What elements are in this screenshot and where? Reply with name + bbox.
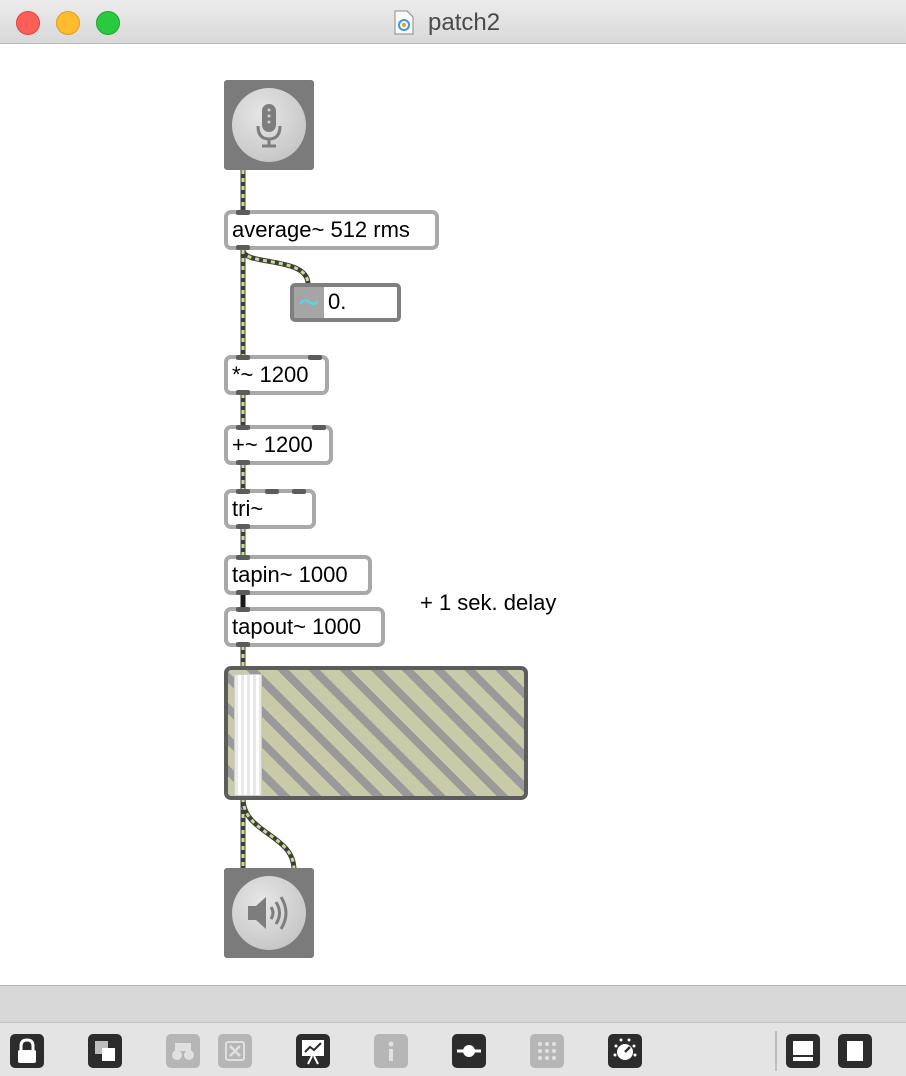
status-bar: [0, 985, 906, 1022]
gain-slider-knob[interactable]: [234, 674, 262, 796]
inspector-button[interactable]: [374, 1034, 408, 1068]
inlet[interactable]: [236, 210, 250, 215]
cord-average-to-number[interactable]: [240, 249, 311, 285]
ezdac-object[interactable]: [224, 868, 314, 958]
lock-icon: [18, 1038, 36, 1063]
outlet[interactable]: [236, 590, 250, 595]
cord-gain-to-dac-right[interactable]: [240, 797, 297, 871]
inlet-2[interactable]: [265, 489, 279, 494]
inlet-right[interactable]: [308, 355, 322, 360]
multiply-object[interactable]: *~ 1200: [224, 355, 329, 395]
object-text: tapout~ 1000: [232, 614, 362, 639]
signal-number-value: 0.: [328, 289, 347, 314]
easel-icon: [302, 1040, 324, 1065]
inlet[interactable]: [236, 489, 250, 494]
tilde-icon: [298, 299, 319, 305]
tri-object[interactable]: tri~: [224, 489, 316, 529]
ezdac-button[interactable]: [232, 876, 306, 950]
title-bar: patch2: [0, 0, 906, 44]
dial-object-button[interactable]: [608, 1034, 642, 1068]
find-button[interactable]: [166, 1034, 200, 1068]
object-text: *~ 1200: [232, 362, 309, 387]
info-icon: [388, 1041, 394, 1061]
inlet[interactable]: [236, 555, 250, 560]
slider-icon: [457, 1045, 481, 1057]
clear-icon: [225, 1041, 245, 1061]
close-window-button[interactable]: [16, 11, 40, 35]
dial-icon: [613, 1038, 637, 1060]
inlet-3[interactable]: [292, 489, 306, 494]
gain-slider[interactable]: [224, 666, 528, 800]
inlet[interactable]: [236, 607, 250, 612]
clear-button[interactable]: [218, 1034, 252, 1068]
object-text: tapin~ 1000: [232, 562, 348, 587]
grid-icon: [538, 1042, 556, 1060]
sidebar-button[interactable]: [838, 1034, 872, 1068]
sidebar-icon: [847, 1041, 863, 1061]
outlet[interactable]: [236, 460, 250, 465]
grid-button[interactable]: [530, 1034, 564, 1068]
signal-number-triangle: [294, 287, 324, 318]
object-text: +~ 1200: [232, 432, 313, 457]
zoom-window-button[interactable]: [96, 11, 120, 35]
ezadc-button[interactable]: [232, 88, 306, 162]
tapout-object[interactable]: tapout~ 1000: [224, 607, 385, 647]
average-object[interactable]: average~ 512 rms: [224, 210, 439, 250]
toolbar-separator: [775, 1031, 777, 1071]
outlet[interactable]: [236, 390, 250, 395]
patch-cords: [240, 170, 311, 871]
presentation-mode-icon: [95, 1041, 115, 1061]
outlet[interactable]: [236, 642, 250, 647]
bottom-toolbar: [0, 1022, 906, 1076]
inlet[interactable]: [236, 425, 250, 430]
easel-button[interactable]: [296, 1034, 330, 1068]
object-text: tri~: [232, 496, 264, 521]
object-text: average~ 512 rms: [232, 217, 410, 242]
bottom-panel-button[interactable]: [786, 1034, 820, 1068]
lock-button[interactable]: [10, 1034, 44, 1068]
microphone-icon: [256, 104, 282, 148]
delay-comment: + 1 sek. delay: [420, 590, 557, 615]
ezadc-object[interactable]: [224, 80, 314, 170]
speaker-icon: [248, 896, 288, 930]
window-title: patch2: [428, 9, 501, 36]
patcher-document-icon: [394, 10, 414, 35]
patcher-canvas[interactable]: average~ 512 rms 0. *~ 1200 +~ 1200 tri~: [0, 44, 906, 985]
outlet[interactable]: [236, 524, 250, 529]
minimize-window-button[interactable]: [56, 11, 80, 35]
signal-number-box[interactable]: 0.: [290, 283, 401, 322]
slider-object-button[interactable]: [452, 1034, 486, 1068]
binoculars-icon: [172, 1043, 194, 1060]
bottom-panel-icon: [793, 1041, 813, 1061]
inlet[interactable]: [236, 355, 250, 360]
add-object[interactable]: +~ 1200: [224, 425, 333, 465]
inlet-right[interactable]: [312, 425, 326, 430]
outlet[interactable]: [236, 245, 250, 250]
presentation-mode-button[interactable]: [88, 1034, 122, 1068]
tapin-object[interactable]: tapin~ 1000: [224, 555, 372, 595]
